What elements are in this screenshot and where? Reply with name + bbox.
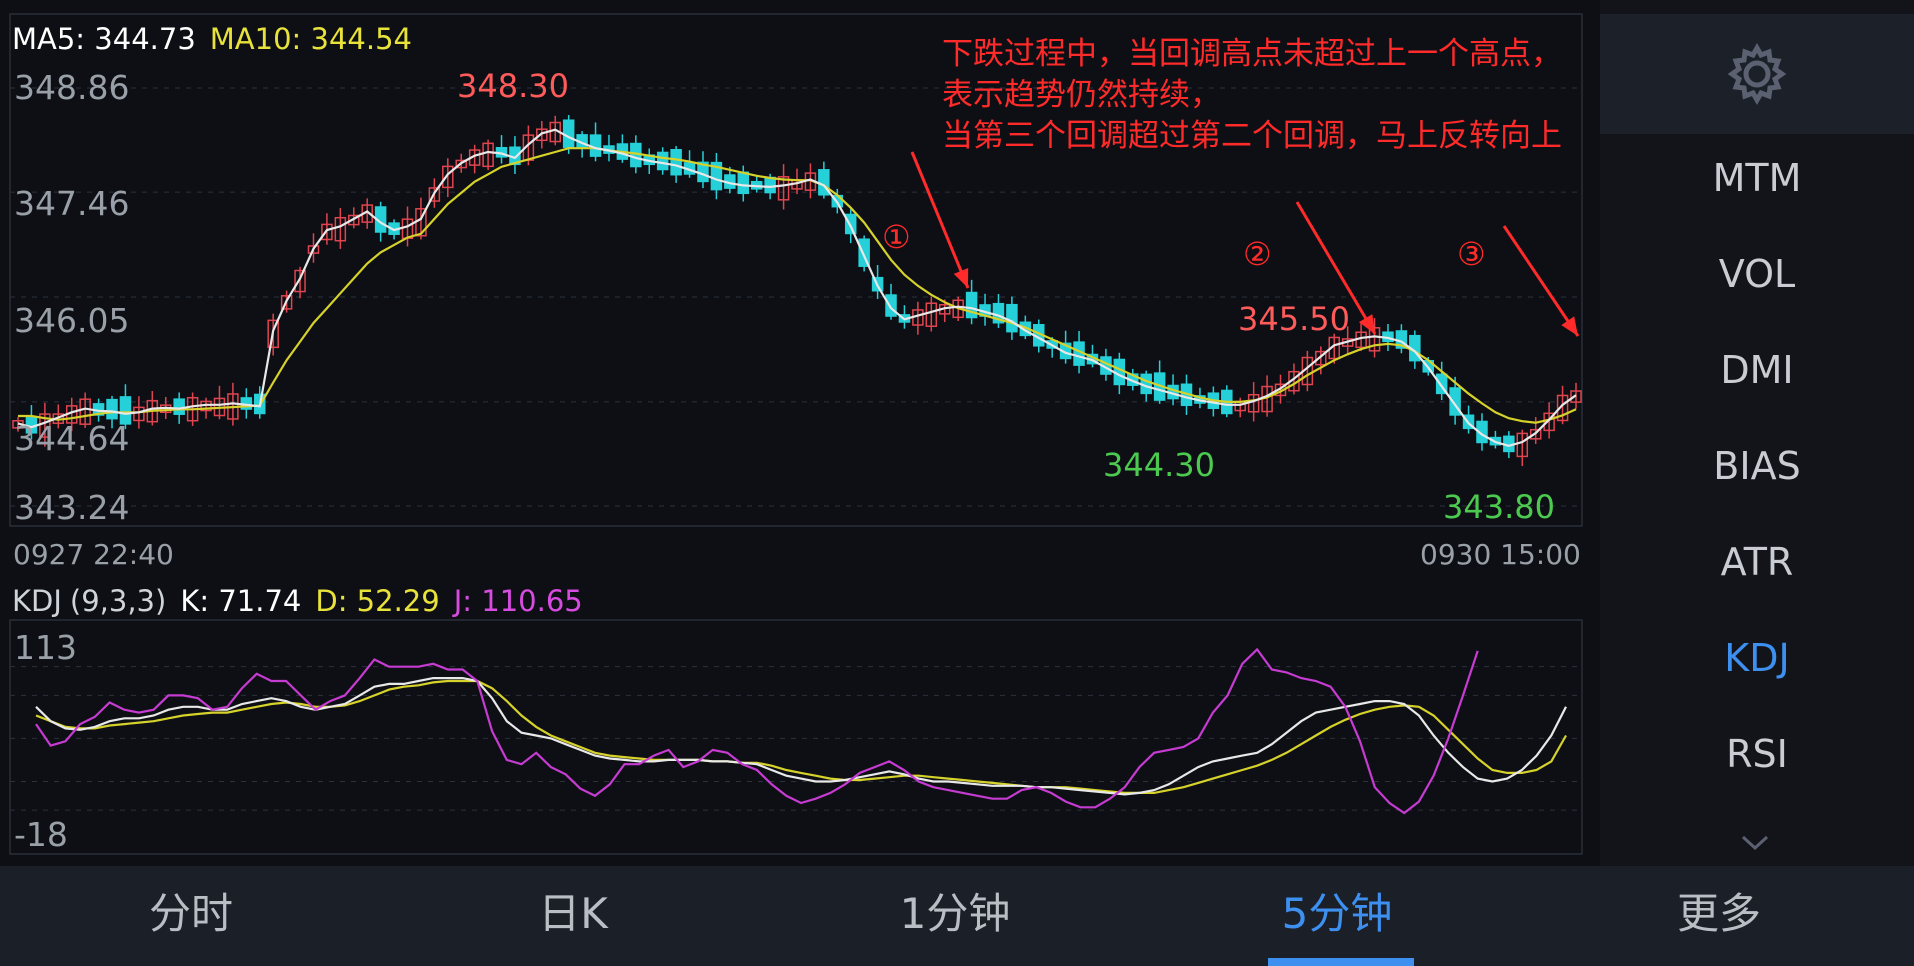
candle-body [562, 119, 575, 148]
candle-body [885, 294, 897, 317]
low-label: 343.80 [1443, 488, 1555, 526]
candle-body [764, 176, 776, 194]
tab-1min[interactable]: 1分钟 [764, 866, 1146, 966]
low-label: 344.30 [1103, 446, 1215, 484]
kdj-params: (9,3,3) [69, 584, 167, 618]
time-axis-end: 0930 15:00 [1420, 538, 1581, 571]
price-axis-label: 346.05 [14, 301, 130, 340]
indicator-atr[interactable]: ATR [1600, 540, 1914, 584]
annotation-line: 下跌过程中，当回调高点未超过上一个高点， [942, 36, 1562, 72]
settings-button[interactable] [1600, 14, 1914, 134]
price-axis-label: 344.64 [14, 419, 130, 458]
price-axis-label: 348.86 [14, 68, 130, 107]
tab-more[interactable]: 更多 [1528, 866, 1910, 966]
candle-body [844, 213, 857, 235]
indicator-sidebar: MTM VOL DMI BIAS ATR KDJ RSI [1600, 0, 1914, 866]
annotation-arrowhead [953, 268, 969, 288]
price-axis-label: 347.46 [14, 184, 130, 223]
active-tab-indicator [1268, 958, 1414, 966]
kdj-j-line [35, 647, 1479, 815]
indicator-rsi[interactable]: RSI [1600, 732, 1914, 776]
indicator-dmi[interactable]: DMI [1600, 348, 1914, 392]
indicator-bias[interactable]: BIAS [1600, 444, 1914, 488]
kdj-axis-label: -18 [14, 815, 68, 854]
annotation-arrowhead [1561, 316, 1578, 336]
kdj-d-value: D: 52.29 [315, 584, 440, 618]
marker-2: ② [1243, 235, 1272, 273]
ma5-value: MA5: 344.73 [12, 22, 196, 56]
kdj-name: KDJ [12, 584, 62, 618]
ma-legend: MA5: 344.73 MA10: 344.54 [12, 22, 426, 56]
kdj-legend: KDJ (9,3,3) K: 71.74 D: 52.29 J: 110.65 [12, 584, 597, 618]
marker-1: ① [882, 218, 911, 256]
high-label: 348.30 [457, 67, 569, 105]
candle-body [737, 171, 750, 195]
period-tabs: 分时 日K 1分钟 5分钟 更多 [0, 866, 1914, 966]
kdj-j-value: J: 110.65 [453, 584, 583, 618]
annotation-arrow [910, 151, 970, 289]
ma10-value: MA10: 344.54 [209, 22, 413, 56]
candle-body [1006, 303, 1018, 333]
kdj-panel-frame [9, 619, 1583, 855]
candle-body [670, 148, 682, 176]
time-axis-start: 0927 22:40 [13, 538, 174, 571]
indicator-mtm[interactable]: MTM [1600, 156, 1914, 200]
candle-body [589, 134, 602, 157]
chevron-down-icon[interactable] [1740, 834, 1770, 852]
indicator-vol[interactable]: VOL [1600, 252, 1914, 296]
kdj-k-value: K: 71.74 [180, 584, 302, 618]
kdj-axis-label: 113 [14, 628, 77, 667]
peak-label: 345.50 [1238, 300, 1350, 338]
candle-body [173, 398, 185, 415]
tab-daily[interactable]: 日K [382, 866, 764, 966]
annotation-line: 当第三个回调超过第二个回调，马上反转向上 [942, 118, 1562, 154]
candle-body [656, 151, 669, 171]
annotation-text: 下跌过程中，当回调高点未超过上一个高点， 表示趋势仍然持续， 当第三个回调超过第… [942, 34, 1562, 157]
annotation-arrow [1502, 225, 1580, 337]
kdj-d-line [35, 679, 1567, 795]
gear-icon [1727, 42, 1787, 106]
tab-intraday[interactable]: 分时 [0, 866, 382, 966]
annotation-line: 表示趋势仍然持续， [942, 77, 1221, 113]
indicator-kdj[interactable]: KDJ [1600, 636, 1914, 680]
chart-area: MA5: 344.73 MA10: 344.54 348.86 347.46 34… [0, 0, 1600, 866]
candle-body [106, 398, 118, 420]
marker-3: ③ [1457, 235, 1486, 273]
tab-5min[interactable]: 5分钟 [1146, 866, 1528, 966]
price-axis-label: 343.24 [14, 488, 130, 527]
